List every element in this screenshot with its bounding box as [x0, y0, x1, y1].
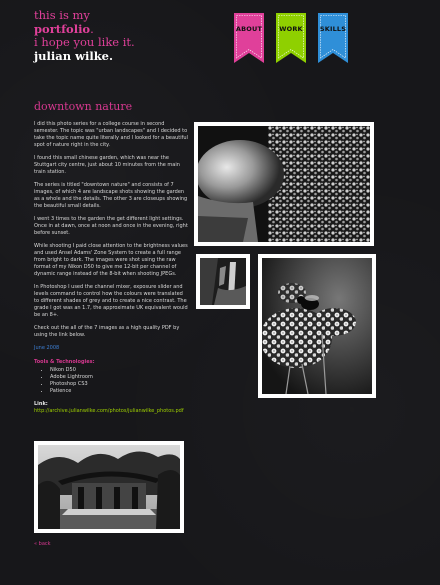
tool-item: Nikon D50	[50, 367, 189, 374]
project-date: June 2008	[34, 345, 60, 351]
article-body: I did this photo series for a college co…	[34, 121, 189, 415]
logo-name: julian wilke.	[34, 48, 114, 63]
paragraph: I found this small chinese garden, which…	[34, 155, 180, 175]
nav-about-label: ABOUT	[235, 25, 263, 33]
link-heading: Link:	[34, 401, 48, 407]
photo-image	[198, 126, 370, 242]
paragraph: Check out the all of the 7 images as a h…	[34, 325, 180, 338]
photo-pavilion[interactable]	[34, 441, 184, 533]
photo-image	[200, 258, 246, 305]
tools-list: Nikon D50 Adobe Lightroom Photoshop CS3 …	[34, 367, 189, 395]
pdf-link[interactable]: http://archive.julianwilke.com/photos/ju…	[34, 408, 184, 414]
ribbon-bookmark-icon	[276, 13, 306, 63]
paragraph: I did this photo series for a college co…	[34, 121, 188, 148]
logo-dot: .	[90, 21, 94, 36]
page-title: downtown nature	[34, 100, 133, 113]
paragraph: The series is titled "downtown nature" a…	[34, 182, 188, 209]
photo-image	[262, 258, 372, 394]
ribbon-shape	[276, 13, 306, 63]
logo-line-3: i hope you like it.	[34, 35, 135, 49]
photo-bee-image	[262, 258, 372, 394]
paragraph: While shooting I paid close attention to…	[34, 243, 188, 277]
nav-skills-label: SKILLS	[319, 25, 347, 33]
logo-line-2: portfolio.	[34, 21, 135, 36]
ribbon-shape	[234, 13, 264, 63]
photo-pavilion-image	[38, 445, 180, 529]
ribbon-shape	[318, 13, 348, 63]
tool-item: Adobe Lightroom	[50, 374, 189, 381]
paragraph: I went 3 times to the garden the get dif…	[34, 216, 188, 236]
photo-bee-flowers[interactable]	[258, 254, 376, 398]
tool-item: Patience	[50, 388, 189, 395]
main-nav: ABOUT WORK SKILLS	[234, 13, 348, 63]
nav-skills-ribbon[interactable]: SKILLS	[318, 13, 348, 63]
tools-heading: Tools & Technologies:	[34, 359, 95, 365]
ribbon-bookmark-icon	[234, 13, 264, 63]
paragraph: In Photoshop I used the channel mixer, e…	[34, 284, 188, 318]
site-logo[interactable]: this is my portfolio. i hope you like it…	[34, 8, 135, 63]
back-link[interactable]: « back	[34, 541, 51, 547]
tool-item: Photoshop CS3	[50, 381, 189, 388]
photo-stream-image	[200, 258, 246, 305]
photo-rock-flowers[interactable]	[194, 122, 374, 246]
logo-line-1: this is my	[34, 8, 90, 22]
photo-stream[interactable]	[196, 254, 250, 309]
nav-work-ribbon[interactable]: WORK	[276, 13, 306, 63]
photo-rock-image	[198, 126, 370, 242]
nav-about-ribbon[interactable]: ABOUT	[234, 13, 264, 63]
ribbon-bookmark-icon	[318, 13, 348, 63]
photo-image	[38, 445, 180, 529]
logo-portfolio-word: portfolio	[34, 21, 91, 36]
nav-work-label: WORK	[279, 25, 303, 33]
